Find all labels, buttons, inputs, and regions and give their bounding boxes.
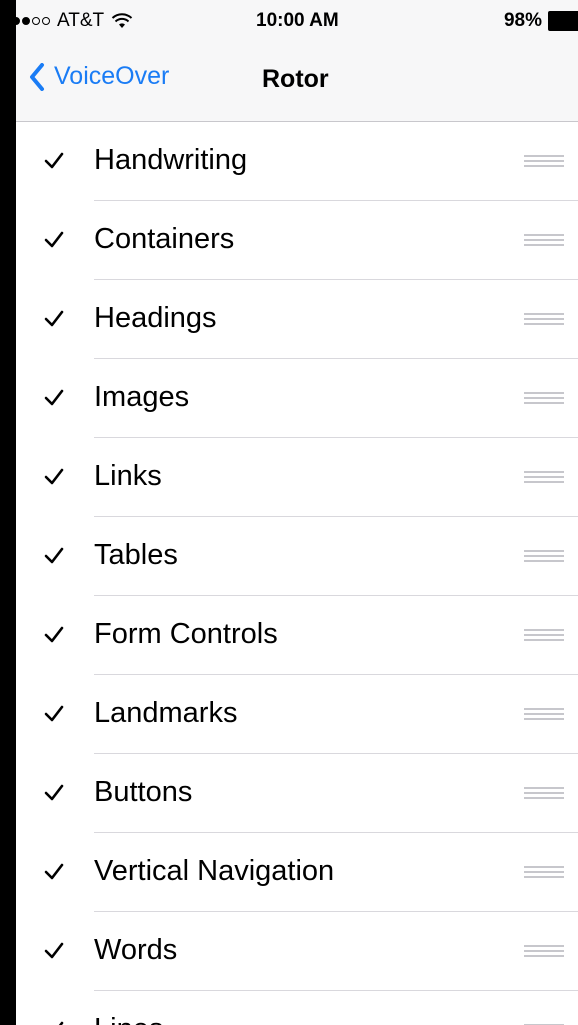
- rotor-item-label: Lines: [94, 1013, 163, 1025]
- rotor-item-label: Handwriting: [94, 144, 248, 176]
- rotor-item-label: Landmarks: [94, 697, 238, 729]
- rotor-item[interactable]: Tables: [16, 517, 578, 596]
- page-title: Rotor: [262, 65, 329, 93]
- checkmark-icon: [44, 784, 64, 801]
- checkmark-icon: [44, 547, 64, 564]
- reorder-grip-icon[interactable]: [524, 313, 564, 326]
- carrier-name: AT&T: [57, 10, 105, 31]
- reorder-grip-icon[interactable]: [524, 787, 564, 800]
- checkmark-icon: [44, 942, 64, 959]
- reorder-grip-icon[interactable]: [524, 471, 564, 484]
- checkmark-icon: [44, 626, 64, 643]
- rotor-list: Handwriting Containers Headings Images L…: [16, 122, 578, 1025]
- rotor-item[interactable]: Links: [16, 438, 578, 517]
- rotor-item-label: Buttons: [94, 776, 193, 808]
- rotor-item-label: Containers: [94, 223, 235, 255]
- rotor-item[interactable]: Words: [16, 912, 578, 991]
- rotor-item[interactable]: Handwriting: [16, 122, 578, 201]
- chevron-left-icon: [30, 62, 44, 91]
- checkmark-icon: [44, 705, 64, 722]
- rotor-item-label: Images: [94, 381, 190, 413]
- checkmark-icon: [44, 468, 64, 485]
- reorder-grip-icon[interactable]: [524, 234, 564, 247]
- rotor-item[interactable]: Containers: [16, 201, 578, 280]
- checkmark-icon: [44, 310, 64, 327]
- reorder-grip-icon[interactable]: [524, 550, 564, 563]
- navigation-bar: VoiceOver Rotor: [16, 40, 578, 122]
- reorder-grip-icon[interactable]: [524, 155, 564, 168]
- status-time: 10:00 AM: [256, 10, 339, 31]
- screen: AT&T 10:00 AM 98% VoiceOver Rotor Handwr…: [16, 0, 578, 1025]
- reorder-grip-icon[interactable]: [524, 708, 564, 721]
- rotor-item[interactable]: Vertical Navigation: [16, 833, 578, 912]
- battery-percentage: 98%: [503, 10, 542, 31]
- rotor-item[interactable]: Images: [16, 359, 578, 438]
- checkmark-icon: [44, 863, 64, 880]
- status-bar: AT&T 10:00 AM 98%: [16, 0, 578, 40]
- checkmark-icon: [44, 152, 64, 169]
- rotor-item-label: Vertical Navigation: [94, 855, 335, 887]
- reorder-grip-icon[interactable]: [524, 945, 564, 958]
- checkmark-icon: [44, 231, 64, 248]
- back-button[interactable]: VoiceOver: [29, 62, 169, 91]
- rotor-item-label: Links: [94, 460, 162, 492]
- rotor-item[interactable]: Buttons: [16, 754, 578, 833]
- reorder-grip-icon[interactable]: [524, 392, 564, 405]
- checkmark-icon: [58, 1021, 64, 1025]
- reorder-grip-icon[interactable]: [524, 866, 564, 879]
- rotor-item[interactable]: Headings: [16, 280, 578, 359]
- signal-strength-icon: [16, 17, 50, 25]
- back-button-label: VoiceOver: [54, 62, 170, 90]
- rotor-item[interactable]: Lines: [16, 991, 578, 1025]
- rotor-item-label: Form Controls: [94, 618, 278, 650]
- reorder-grip-icon[interactable]: [524, 629, 564, 642]
- rotor-item-label: Words: [94, 934, 178, 966]
- status-left: AT&T: [16, 10, 133, 32]
- status-right: 98%: [504, 10, 578, 32]
- battery-icon: [548, 11, 578, 31]
- wifi-icon: [111, 13, 133, 28]
- rotor-item-label: Tables: [94, 539, 178, 571]
- checkmark-icon: [44, 389, 64, 406]
- rotor-item[interactable]: Landmarks: [16, 675, 578, 754]
- rotor-item[interactable]: Form Controls: [16, 596, 578, 675]
- rotor-item-label: Headings: [94, 302, 217, 334]
